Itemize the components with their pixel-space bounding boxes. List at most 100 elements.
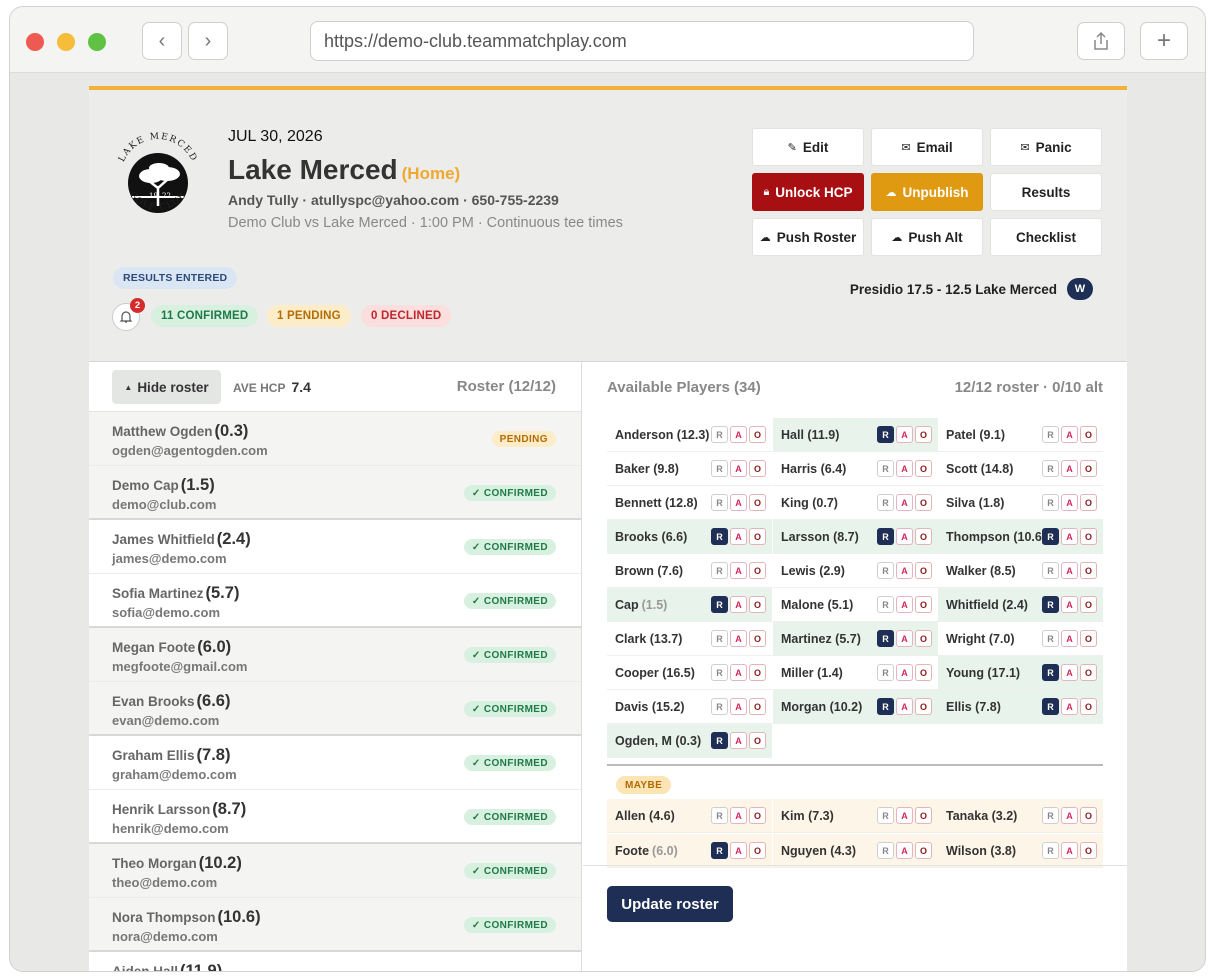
panic-button[interactable]: ✉ Panic <box>990 128 1102 166</box>
roster-row[interactable]: Graham Ellis (7.8) graham@demo.com ✓ CONFIR… <box>89 736 581 790</box>
out-toggle[interactable]: O <box>915 562 932 579</box>
address-bar[interactable]: https://demo-club.teammatchplay.com <box>310 21 974 61</box>
out-toggle[interactable]: O <box>1080 698 1097 715</box>
alternate-toggle[interactable]: A <box>896 698 913 715</box>
roster-toggle[interactable]: R <box>711 596 728 613</box>
out-toggle[interactable]: O <box>749 732 766 749</box>
roster-row[interactable]: Evan Brooks (6.6) evan@demo.com ✓ CONFIRMED <box>89 682 581 736</box>
push-roster-button[interactable]: ☁ Push Roster <box>752 218 864 256</box>
alternate-toggle[interactable]: A <box>730 842 747 859</box>
roster-row[interactable]: Aiden Hall (11.9) <box>89 952 581 971</box>
roster-row[interactable]: James Whitfield (2.4) james@demo.com ✓ CONF… <box>89 520 581 574</box>
alternate-toggle[interactable]: A <box>730 562 747 579</box>
roster-toggle[interactable]: R <box>877 698 894 715</box>
roster-toggle[interactable]: R <box>877 460 894 477</box>
checklist-button[interactable]: Checklist <box>990 218 1102 256</box>
out-toggle[interactable]: O <box>915 664 932 681</box>
roster-row[interactable]: Demo Cap (1.5) demo@club.com ✓ CONFIRMED <box>89 466 581 520</box>
out-toggle[interactable]: O <box>915 494 932 511</box>
out-toggle[interactable]: O <box>915 630 932 647</box>
out-toggle[interactable]: O <box>1080 426 1097 443</box>
notifications-button[interactable]: 2 <box>112 298 145 331</box>
out-toggle[interactable]: O <box>1080 842 1097 859</box>
out-toggle[interactable]: O <box>915 426 932 443</box>
alternate-toggle[interactable]: A <box>1061 528 1078 545</box>
maximize-window-button[interactable] <box>88 33 106 51</box>
roster-toggle[interactable]: R <box>877 664 894 681</box>
unlock-hcp-button[interactable]: 🔒︎ Unlock HCP <box>752 173 864 211</box>
alternate-toggle[interactable]: A <box>1061 664 1078 681</box>
out-toggle[interactable]: O <box>749 494 766 511</box>
pending-count-badge[interactable]: 1 PENDING <box>267 305 351 327</box>
out-toggle[interactable]: O <box>749 596 766 613</box>
confirmed-count-badge[interactable]: 11 CONFIRMED <box>151 305 259 327</box>
roster-toggle[interactable]: R <box>1042 596 1059 613</box>
email-button[interactable]: ✉ Email <box>871 128 983 166</box>
out-toggle[interactable]: O <box>915 807 932 824</box>
declined-count-badge[interactable]: 0 DECLINED <box>361 305 452 327</box>
roster-toggle[interactable]: R <box>877 528 894 545</box>
roster-toggle[interactable]: R <box>711 562 728 579</box>
roster-row[interactable]: Theo Morgan (10.2) theo@demo.com ✓ CONFIRME… <box>89 844 581 898</box>
forward-button[interactable]: › <box>188 22 228 60</box>
edit-button[interactable]: ✎ Edit <box>752 128 864 166</box>
roster-toggle[interactable]: R <box>1042 494 1059 511</box>
roster-toggle[interactable]: R <box>711 842 728 859</box>
out-toggle[interactable]: O <box>1080 664 1097 681</box>
alternate-toggle[interactable]: A <box>896 528 913 545</box>
out-toggle[interactable]: O <box>749 460 766 477</box>
out-toggle[interactable]: O <box>1080 562 1097 579</box>
out-toggle[interactable]: O <box>915 460 932 477</box>
alternate-toggle[interactable]: A <box>1061 426 1078 443</box>
roster-toggle[interactable]: R <box>877 842 894 859</box>
alternate-toggle[interactable]: A <box>730 460 747 477</box>
alternate-toggle[interactable]: A <box>896 807 913 824</box>
share-button[interactable] <box>1077 22 1125 60</box>
alternate-toggle[interactable]: A <box>1061 596 1078 613</box>
alternate-toggle[interactable]: A <box>1061 630 1078 647</box>
roster-toggle[interactable]: R <box>711 807 728 824</box>
roster-toggle[interactable]: R <box>711 426 728 443</box>
roster-toggle[interactable]: R <box>1042 528 1059 545</box>
roster-toggle[interactable]: R <box>711 630 728 647</box>
roster-row[interactable]: Nora Thompson (10.6) nora@demo.com ✓ CONFIR… <box>89 898 581 952</box>
out-toggle[interactable]: O <box>749 807 766 824</box>
alternate-toggle[interactable]: A <box>730 664 747 681</box>
alternate-toggle[interactable]: A <box>896 664 913 681</box>
push-alt-button[interactable]: ☁ Push Alt <box>871 218 983 256</box>
roster-toggle[interactable]: R <box>1042 630 1059 647</box>
out-toggle[interactable]: O <box>749 630 766 647</box>
out-toggle[interactable]: O <box>1080 494 1097 511</box>
back-button[interactable]: ‹ <box>142 22 182 60</box>
alternate-toggle[interactable]: A <box>730 630 747 647</box>
alternate-toggle[interactable]: A <box>1061 698 1078 715</box>
roster-toggle[interactable]: R <box>877 807 894 824</box>
out-toggle[interactable]: O <box>749 562 766 579</box>
roster-toggle[interactable]: R <box>1042 664 1059 681</box>
alternate-toggle[interactable]: A <box>730 426 747 443</box>
roster-toggle[interactable]: R <box>711 698 728 715</box>
out-toggle[interactable]: O <box>1080 807 1097 824</box>
alternate-toggle[interactable]: A <box>896 630 913 647</box>
close-window-button[interactable] <box>26 33 44 51</box>
out-toggle[interactable]: O <box>749 426 766 443</box>
roster-row[interactable]: Matthew Ogden (0.3) ogden@agentogden.com PE… <box>89 412 581 466</box>
alternate-toggle[interactable]: A <box>896 842 913 859</box>
roster-toggle[interactable]: R <box>711 494 728 511</box>
out-toggle[interactable]: O <box>1080 596 1097 613</box>
alternate-toggle[interactable]: A <box>730 596 747 613</box>
alternate-toggle[interactable]: A <box>730 698 747 715</box>
roster-toggle[interactable]: R <box>1042 460 1059 477</box>
alternate-toggle[interactable]: A <box>896 494 913 511</box>
out-toggle[interactable]: O <box>915 596 932 613</box>
out-toggle[interactable]: O <box>1080 460 1097 477</box>
hide-roster-button[interactable]: ▲ Hide roster <box>112 370 221 404</box>
alternate-toggle[interactable]: A <box>730 528 747 545</box>
alternate-toggle[interactable]: A <box>896 562 913 579</box>
out-toggle[interactable]: O <box>749 842 766 859</box>
roster-row[interactable]: Sofia Martinez (5.7) sofia@demo.com ✓ CONFI… <box>89 574 581 628</box>
out-toggle[interactable]: O <box>915 698 932 715</box>
alternate-toggle[interactable]: A <box>1061 842 1078 859</box>
update-roster-button[interactable]: Update roster <box>607 886 733 922</box>
roster-toggle[interactable]: R <box>877 596 894 613</box>
